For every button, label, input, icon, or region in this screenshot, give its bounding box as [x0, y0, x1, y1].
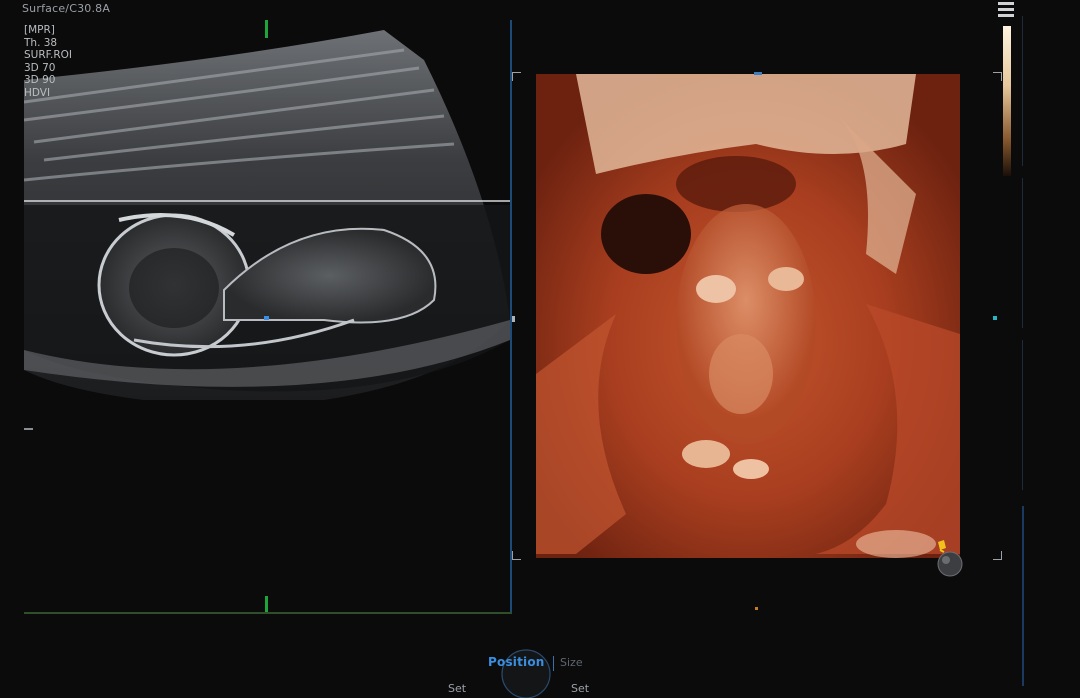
param-mpr: [MPR] — [24, 24, 55, 36]
menu-icon[interactable] — [997, 0, 1015, 20]
mpr-bmode-pane[interactable] — [24, 20, 512, 614]
side-panel-column-1 — [1022, 16, 1043, 166]
param-hdvi: HDVI — [24, 86, 51, 99]
tab-divider — [553, 656, 554, 671]
volume-render-pane[interactable] — [512, 72, 1002, 560]
mpr-position-marker-top[interactable] — [265, 20, 268, 38]
tab-position[interactable]: Position — [488, 655, 545, 669]
param-3d-1: 3D 70 — [24, 61, 56, 74]
side-panel-column-3 — [1022, 340, 1043, 490]
set-right-button[interactable]: Set — [571, 682, 589, 695]
render-right-marker — [993, 316, 997, 320]
render-center-marker — [754, 72, 762, 75]
param-threshold: Th. 38 — [24, 36, 58, 49]
set-left-button[interactable]: Set — [448, 682, 466, 695]
param-surf-roi: SURF.ROI — [24, 49, 72, 61]
3d-surface-render-image — [536, 74, 960, 558]
render-bottom-marker — [755, 607, 758, 610]
bmode-ultrasound-image — [24, 30, 510, 400]
trackball-knob-icon[interactable] — [496, 640, 556, 698]
render-colorbar — [1003, 26, 1011, 176]
mode-label: Surface/C30.8A — [22, 2, 111, 15]
render-side-marker — [512, 316, 515, 322]
roi-corner-bottom-left[interactable] — [512, 551, 521, 560]
pane-bottom-border — [24, 612, 512, 614]
mpr-position-marker-bottom[interactable] — [265, 596, 268, 612]
param-3d-2: 3D 90 — [24, 74, 56, 86]
acquisition-parameters: [MPR] Th. 38 SURF.ROI 3D 70 3D 90 HDVI — [24, 24, 72, 99]
roi-corner-bottom-right[interactable] — [993, 551, 1002, 560]
tab-size[interactable]: Size — [560, 656, 583, 669]
side-panel-column-2 — [1022, 178, 1043, 328]
roi-corner-top-left[interactable] — [512, 72, 521, 81]
depth-marker — [24, 428, 33, 430]
side-panel-column-4 — [1022, 506, 1044, 686]
light-source-icon[interactable] — [934, 536, 966, 578]
